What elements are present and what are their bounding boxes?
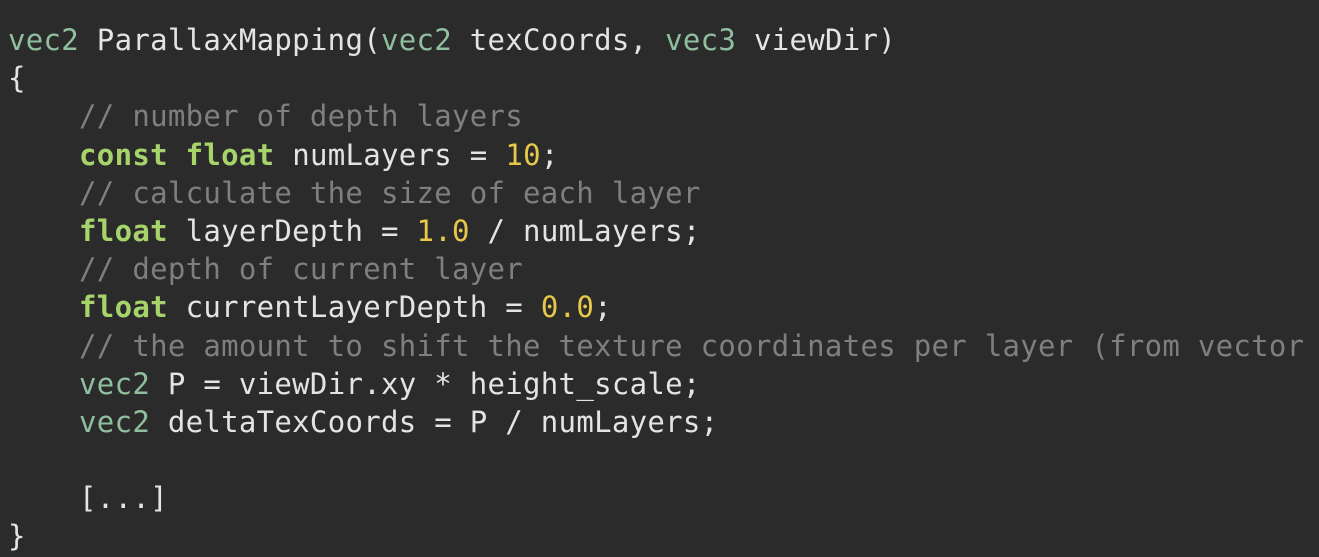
code-token: texCoords, xyxy=(452,23,666,57)
code-token: [...] xyxy=(8,481,168,516)
code-token: 0.0 xyxy=(540,290,595,325)
code-line[interactable]: // number of depth layers xyxy=(8,97,1319,135)
code-line[interactable]: { xyxy=(8,59,1319,97)
code-token: // number of depth layers xyxy=(8,99,524,134)
code-token: ; xyxy=(594,290,612,325)
code-token: float xyxy=(79,213,168,248)
code-token: viewDir) xyxy=(736,23,897,57)
code-line[interactable]: [...] xyxy=(8,479,1319,517)
code-token: / numLayers; xyxy=(469,213,701,248)
code-line[interactable]: // depth of current layer xyxy=(8,250,1319,288)
code-token: vec3 xyxy=(665,23,737,57)
code-block[interactable]: vec2 ParallaxMapping(vec2 texCoords, vec… xyxy=(8,21,1319,556)
code-token: deltaTexCoords = P / numLayers; xyxy=(150,404,719,439)
code-token: vec2 xyxy=(79,404,151,439)
code-editor[interactable]: vec2 ParallaxMapping(vec2 texCoords, vec… xyxy=(0,0,1319,557)
code-token: // depth of current layer xyxy=(8,252,524,287)
code-token: float xyxy=(79,290,168,325)
code-line[interactable]: const float numLayers = 10; xyxy=(8,136,1319,174)
code-token: currentLayerDepth = xyxy=(167,290,541,325)
code-token: { xyxy=(8,61,26,96)
code-line[interactable]: vec2 ParallaxMapping(vec2 texCoords, vec… xyxy=(8,21,1319,59)
code-line[interactable]: // calculate the size of each layer xyxy=(8,174,1319,212)
code-token: float xyxy=(185,137,275,172)
code-line[interactable]: float currentLayerDepth = 0.0; xyxy=(8,288,1319,326)
code-line[interactable]: float layerDepth = 1.0 / numLayers; xyxy=(8,212,1319,250)
code-token: P = viewDir.xy * height_scale; xyxy=(150,366,701,401)
code-token: vec2 xyxy=(380,23,453,57)
code-token: 1.0 xyxy=(416,213,470,248)
code-line[interactable]: } xyxy=(8,517,1319,555)
code-token: layerDepth = xyxy=(167,213,417,248)
code-token: ParallaxMapping( xyxy=(79,23,381,57)
code-token: numLayers = xyxy=(274,137,506,172)
code-token: } xyxy=(8,519,26,554)
code-token: vec2 xyxy=(8,23,80,57)
code-token: ; xyxy=(540,137,559,172)
code-line[interactable] xyxy=(8,441,1319,479)
code-line[interactable]: // the amount to shift the texture coord… xyxy=(8,327,1319,365)
code-token: const xyxy=(79,137,168,172)
code-token: // calculate the size of each layer xyxy=(8,175,701,210)
code-token: vec2 xyxy=(79,366,151,401)
code-line[interactable]: vec2 deltaTexCoords = P / numLayers; xyxy=(8,403,1319,441)
code-line[interactable]: vec2 P = viewDir.xy * height_scale; xyxy=(8,365,1319,403)
code-token: // the amount to shift the texture coord… xyxy=(8,328,1319,363)
code-token: 10 xyxy=(505,137,541,172)
